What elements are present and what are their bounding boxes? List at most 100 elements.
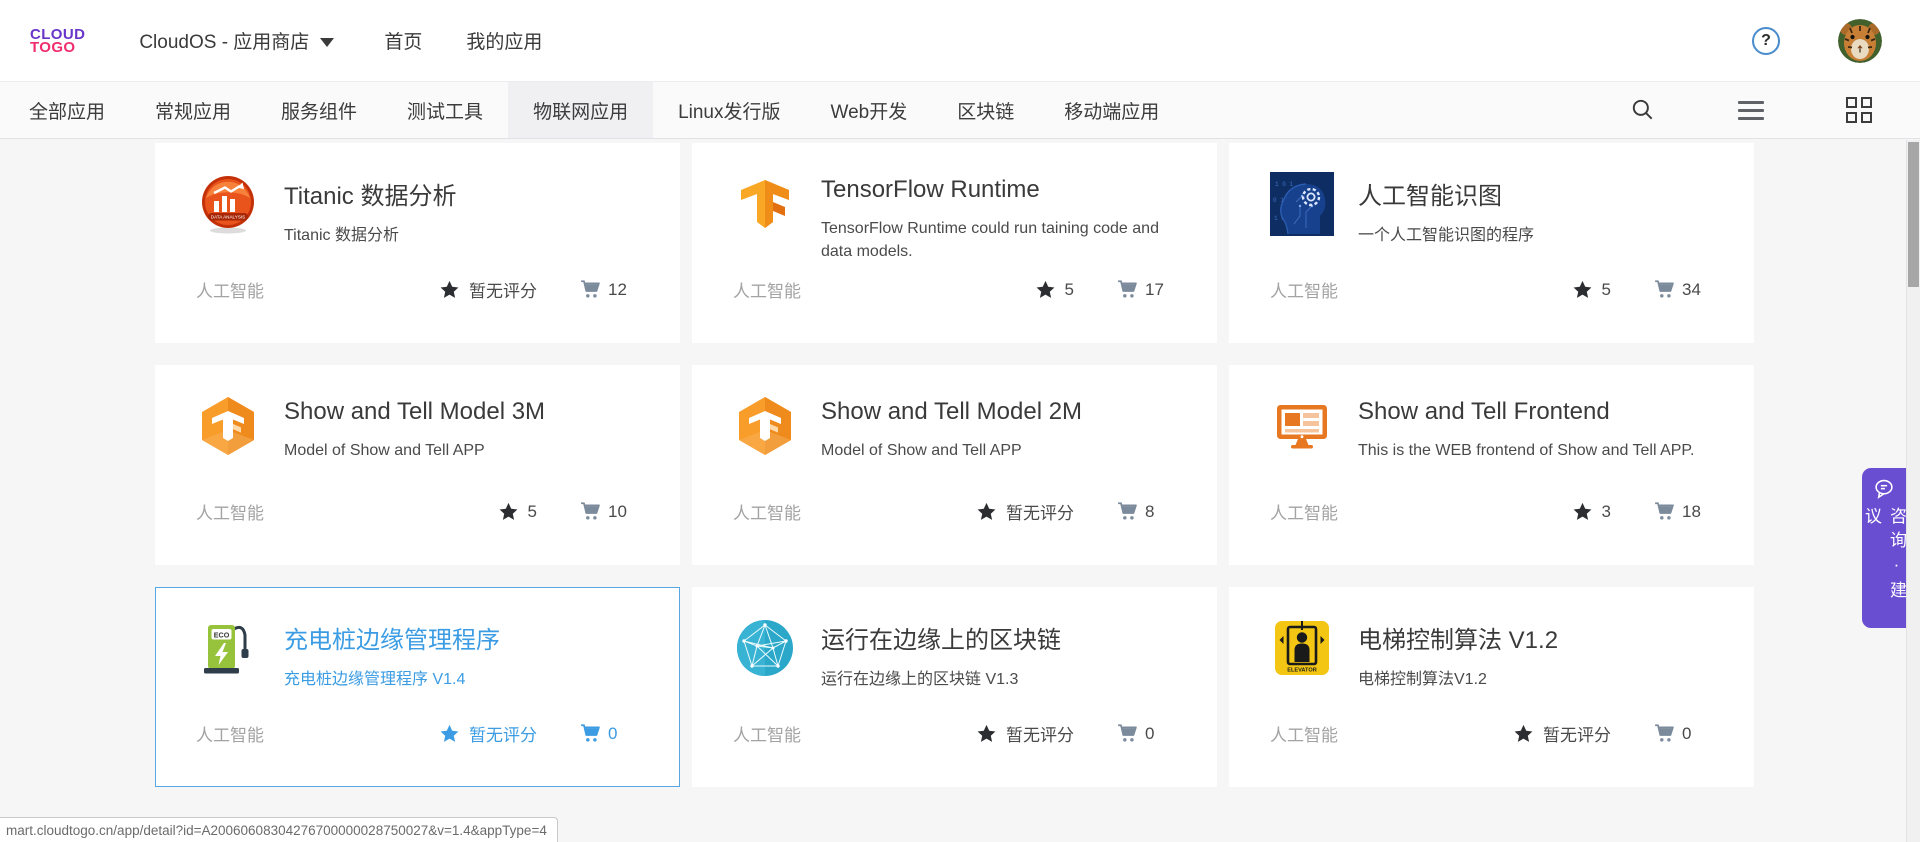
app-card[interactable]: 1 0 1 0 1 1 0 人工智能识图 一个人工智能识图的程序 人工智能 5 xyxy=(1229,143,1754,343)
category-tab[interactable]: 移动端应用 xyxy=(1039,82,1184,138)
app-switcher[interactable]: CloudOS - 应用商店 xyxy=(139,27,334,54)
app-cart: 12 xyxy=(579,278,643,301)
app-title[interactable]: Show and Tell Model 3M xyxy=(284,398,545,426)
top-bar-right: ? xyxy=(1752,19,1882,63)
grid-view-icon[interactable] xyxy=(1846,97,1872,123)
app-card-text: 人工智能识图 一个人工智能识图的程序 xyxy=(1358,172,1534,247)
category-tab[interactable]: Web开发 xyxy=(806,82,933,138)
consult-button-label: 咨询·建议 xyxy=(1859,507,1909,628)
status-url: mart.cloudtogo.cn/app/detail?id=A2006060… xyxy=(6,823,547,838)
app-rating: 暂无评分 xyxy=(976,721,1074,746)
svg-text:ECO: ECO xyxy=(214,630,230,639)
category-tab[interactable]: 全部应用 xyxy=(4,82,130,138)
scrollbar[interactable] xyxy=(1906,140,1920,842)
cloudtogo-logo[interactable]: CLOUD TOGO xyxy=(30,28,85,54)
top-nav: 首页 我的应用 xyxy=(384,27,542,54)
app-description: 充电桩边缘管理程序 V1.4 xyxy=(284,668,500,691)
star-icon xyxy=(1572,501,1593,522)
app-cart: 34 xyxy=(1653,278,1717,301)
app-card-text: Titanic 数据分析 Titanic 数据分析 xyxy=(284,172,456,247)
app-description: 电梯控制算法V1.2 xyxy=(1358,668,1558,691)
app-card[interactable]: TensorFlow Runtime TensorFlow Runtime co… xyxy=(692,143,1217,343)
app-card-footer: 人工智能 暂无评分 12 xyxy=(196,277,643,302)
app-card-footer: 人工智能 5 17 xyxy=(733,277,1180,302)
consult-button[interactable]: 咨询·建议 xyxy=(1862,468,1906,628)
rating-value: 暂无评分 xyxy=(1543,721,1611,746)
app-store-content: DATA ANALYSIS Titanic 数据分析 Titanic 数据分析 … xyxy=(0,140,1920,842)
category-tab[interactable]: 常规应用 xyxy=(130,82,256,138)
app-card[interactable]: ECO 充电桩边缘管理程序 充电桩边缘管理程序 V1.4 人工智能 暂无评分 xyxy=(155,587,680,787)
star-icon xyxy=(976,501,997,522)
app-card[interactable]: ELEVATOR 电梯控制算法 V1.2 电梯控制算法V1.2 人工智能 暂无评… xyxy=(1229,587,1754,787)
svg-text:ELEVATOR: ELEVATOR xyxy=(1287,668,1317,674)
category-tab[interactable]: 测试工具 xyxy=(382,82,508,138)
app-card-footer: 人工智能 暂无评分 0 xyxy=(1270,721,1717,746)
chevron-down-icon xyxy=(320,38,334,47)
app-title[interactable]: 电梯控制算法 V1.2 xyxy=(1358,620,1558,655)
rating-value: 5 xyxy=(1065,280,1074,300)
status-bar: mart.cloudtogo.cn/app/detail?id=A2006060… xyxy=(0,817,558,842)
app-cart: 0 xyxy=(1116,722,1180,745)
app-description: Titanic 数据分析 xyxy=(284,224,456,247)
app-category: 人工智能 xyxy=(1270,499,1572,524)
app-title[interactable]: TensorFlow Runtime xyxy=(821,176,1186,204)
scrollbar-thumb[interactable] xyxy=(1908,142,1919,287)
app-title[interactable]: Show and Tell Frontend xyxy=(1358,398,1694,426)
help-icon[interactable]: ? xyxy=(1752,27,1780,55)
cart-count: 0 xyxy=(608,724,617,744)
category-tabs: 全部应用常规应用服务组件测试工具物联网应用Linux发行版Web开发区块链移动端… xyxy=(4,82,1184,138)
app-title[interactable]: Show and Tell Model 2M xyxy=(821,398,1082,426)
category-tab[interactable]: 区块链 xyxy=(932,82,1039,138)
cart-count: 0 xyxy=(1682,724,1691,744)
cart-count: 8 xyxy=(1145,502,1154,522)
app-description: TensorFlow Runtime could run taining cod… xyxy=(821,217,1186,263)
app-card-main: TensorFlow Runtime TensorFlow Runtime co… xyxy=(693,144,1216,263)
rating-value: 暂无评分 xyxy=(1006,721,1074,746)
star-icon xyxy=(1035,279,1056,300)
cart-icon xyxy=(1653,722,1676,745)
category-tab[interactable]: Linux发行版 xyxy=(653,82,805,138)
app-title[interactable]: 人工智能识图 xyxy=(1358,176,1534,211)
category-tab[interactable]: 服务组件 xyxy=(256,82,382,138)
nav-home[interactable]: 首页 xyxy=(384,27,422,54)
cart-count: 17 xyxy=(1145,280,1164,300)
app-description: Model of Show and Tell APP xyxy=(821,439,1082,462)
app-title[interactable]: 运行在边缘上的区块链 xyxy=(821,620,1061,655)
app-rating: 暂无评分 xyxy=(1513,721,1611,746)
app-rating: 3 xyxy=(1572,501,1611,522)
app-card-main: DATA ANALYSIS Titanic 数据分析 Titanic 数据分析 xyxy=(156,144,679,247)
app-card[interactable]: 运行在边缘上的区块链 运行在边缘上的区块链 V1.3 人工智能 暂无评分 0 xyxy=(692,587,1217,787)
app-card[interactable]: DATA ANALYSIS Titanic 数据分析 Titanic 数据分析 … xyxy=(155,143,680,343)
star-icon xyxy=(439,723,460,744)
app-card[interactable]: Show and Tell Model 2M Model of Show and… xyxy=(692,365,1217,565)
app-card-main: 运行在边缘上的区块链 运行在边缘上的区块链 V1.3 xyxy=(693,588,1216,691)
app-card-main: 1 0 1 0 1 1 0 人工智能识图 一个人工智能识图的程序 xyxy=(1230,144,1753,247)
app-title[interactable]: 充电桩边缘管理程序 xyxy=(284,620,500,655)
avatar[interactable] xyxy=(1838,19,1882,63)
app-card[interactable]: Show and Tell Model 3M Model of Show and… xyxy=(155,365,680,565)
app-title[interactable]: Titanic 数据分析 xyxy=(284,176,456,211)
star-icon xyxy=(498,501,519,522)
app-grid: DATA ANALYSIS Titanic 数据分析 Titanic 数据分析 … xyxy=(155,140,1920,787)
app-switcher-label: CloudOS - 应用商店 xyxy=(139,27,309,54)
app-description: 运行在边缘上的区块链 V1.3 xyxy=(821,668,1061,691)
app-card-text: TensorFlow Runtime TensorFlow Runtime co… xyxy=(821,172,1186,263)
nav-my-apps[interactable]: 我的应用 xyxy=(466,27,542,54)
star-icon xyxy=(1513,723,1534,744)
rating-value: 暂无评分 xyxy=(469,277,537,302)
category-tab-bar: 全部应用常规应用服务组件测试工具物联网应用Linux发行版Web开发区块链移动端… xyxy=(0,82,1920,139)
app-card-footer: 人工智能 5 34 xyxy=(1270,277,1717,302)
app-cart: 10 xyxy=(579,500,643,523)
tf-hexagon-icon xyxy=(196,394,260,458)
app-card-main: Show and Tell Model 2M Model of Show and… xyxy=(693,366,1216,462)
app-cart: 8 xyxy=(1116,500,1180,523)
category-tab[interactable]: 物联网应用 xyxy=(508,82,653,138)
ev-charger-icon: ECO xyxy=(196,616,260,680)
rating-value: 暂无评分 xyxy=(469,721,537,746)
search-icon[interactable] xyxy=(1630,97,1656,123)
app-card[interactable]: Show and Tell Frontend This is the WEB f… xyxy=(1229,365,1754,565)
data-analysis-icon: DATA ANALYSIS xyxy=(196,172,260,236)
cart-icon xyxy=(579,500,602,523)
menu-icon[interactable] xyxy=(1738,101,1764,120)
app-card-footer: 人工智能 暂无评分 8 xyxy=(733,499,1180,524)
